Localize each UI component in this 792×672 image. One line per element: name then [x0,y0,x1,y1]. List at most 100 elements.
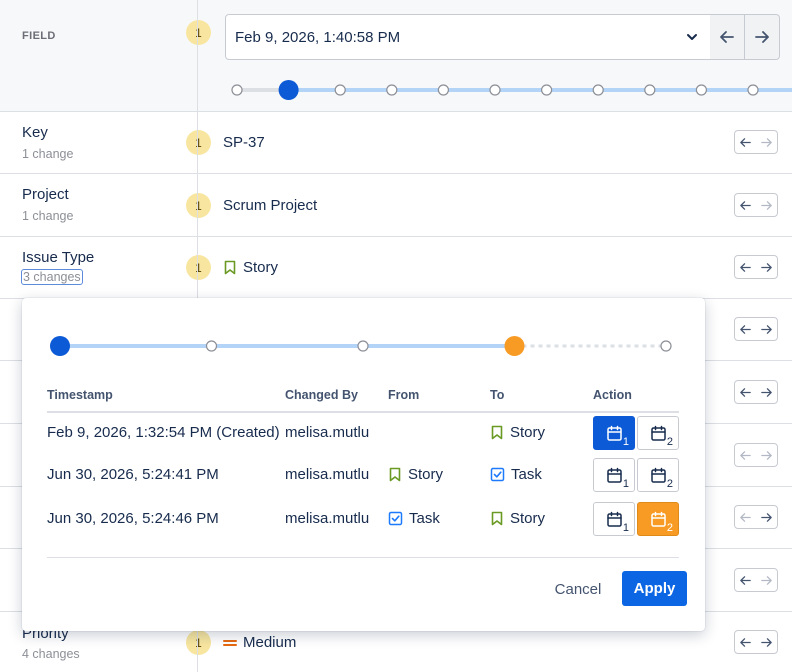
select-version-2-button[interactable]: 2 [637,416,679,450]
timestamp-cell: Jun 30, 2026, 5:24:46 PM [47,510,219,527]
row-next-button[interactable] [756,444,777,466]
from-cell: Story [388,466,443,483]
timeline-point[interactable] [437,84,449,96]
row-previous-button[interactable] [735,131,756,153]
task-icon [388,511,403,526]
row-nav [734,443,778,467]
timeline-point[interactable] [231,84,243,96]
select-version-2-button[interactable]: 2 [637,458,679,492]
row-next-button[interactable] [756,506,777,528]
change-count-badge: 1 [186,193,211,218]
row-next-button[interactable] [756,631,777,653]
timeline-point-selected[interactable] [504,336,525,356]
row-nav [734,255,778,279]
to-cell: Story [490,510,545,527]
change-count-label: 1 change [22,209,74,223]
select-version-1-button[interactable]: 1 [593,416,635,450]
row-nav [734,568,778,592]
story-icon [491,425,503,440]
timeline-point[interactable] [592,84,604,96]
to-value: Story [510,510,546,527]
arrow-left-icon [740,387,751,397]
timeline-point[interactable] [747,84,759,96]
arrow-right-icon [755,31,769,43]
change-count-link[interactable]: 3 changes [21,269,83,285]
to-value: Task [511,466,542,483]
arrow-right-icon [761,575,772,585]
timeline-point[interactable] [540,84,553,96]
timeline-point[interactable] [334,84,346,96]
calendar-icon [650,467,666,483]
row-previous-button[interactable] [735,569,756,591]
field-value-text: Story [243,259,279,276]
change-count-badge: 1 [186,20,211,45]
table-header-divider [47,411,679,413]
select-version-1-button[interactable]: 1 [593,458,635,492]
arrow-left-icon [740,637,751,647]
apply-button[interactable]: Apply [622,571,687,606]
arrow-left-icon [720,31,734,43]
arrow-right-icon [761,512,772,522]
timestamp-cell: Jun 30, 2026, 5:24:41 PM [47,466,219,483]
to-value: Story [510,424,546,441]
field-value-text: Scrum Project [223,197,318,214]
timeline-point[interactable] [644,84,656,96]
row-next-button[interactable] [756,381,777,403]
history-timeline[interactable] [0,70,792,110]
timestamp-select[interactable]: Feb 9, 2026, 1:40:58 PM [225,14,711,60]
previous-timestamp-button[interactable] [710,14,745,60]
row-nav [734,380,778,404]
field-value-text: SP-37 [223,134,265,151]
row-previous-button[interactable] [735,318,756,340]
arrow-right-icon [761,200,772,210]
select-version-1-button[interactable]: 1 [593,502,635,536]
changed-by-cell: melisa.mutlu [285,466,370,483]
row-previous-button[interactable] [735,506,756,528]
arrow-left-icon [740,450,751,460]
timeline-point[interactable] [660,340,672,352]
change-count-badge: 1 [186,130,211,155]
change-count-label: 4 changes [22,647,80,661]
arrow-left-icon [740,575,751,585]
row-next-button[interactable] [756,194,777,216]
next-timestamp-button[interactable] [745,14,780,60]
row-previous-button[interactable] [735,444,756,466]
timeline-point[interactable] [205,340,218,352]
row-previous-button[interactable] [735,631,756,653]
change-count-label: 1 change [22,147,74,161]
timeline-point[interactable] [357,340,369,352]
row-previous-button[interactable] [735,381,756,403]
popup-timeline[interactable] [46,328,686,364]
row-next-button[interactable] [756,318,777,340]
timeline-point[interactable] [386,84,398,96]
version-number: 1 [622,436,629,448]
chevron-down-icon [687,34,697,40]
arrow-right-icon [761,637,772,647]
row-next-button[interactable] [756,256,777,278]
row-next-button[interactable] [756,569,777,591]
timeline-point[interactable] [695,84,708,96]
arrow-left-icon [740,200,751,210]
field-name: Project [22,186,69,203]
row-previous-button[interactable] [735,194,756,216]
field-header: FIELD 1 Feb 9, 2026, 1:40:58 PM [0,0,792,112]
timeline-point-current[interactable] [278,80,299,100]
row-next-button[interactable] [756,131,777,153]
changed-by-cell: melisa.mutlu [285,510,370,527]
select-version-2-button[interactable]: 2 [637,502,679,536]
story-icon [491,511,503,526]
cancel-button[interactable]: Cancel [547,573,609,605]
calendar-icon [650,511,666,527]
story-icon [224,260,236,275]
timeline-point-current[interactable] [50,336,70,356]
column-header-changed-by: Changed By [285,388,358,402]
timestamp-select-value: Feb 9, 2026, 1:40:58 PM [235,28,401,46]
timeline-point[interactable] [489,84,501,96]
row-previous-button[interactable] [735,256,756,278]
row-nav [734,317,778,341]
from-value: Story [408,466,444,483]
to-cell: Task [490,466,542,483]
arrow-right-icon [761,324,772,334]
change-count-badge: 1 [186,255,211,280]
field-row-project: Project 1 change 1 Scrum Project [0,174,792,237]
